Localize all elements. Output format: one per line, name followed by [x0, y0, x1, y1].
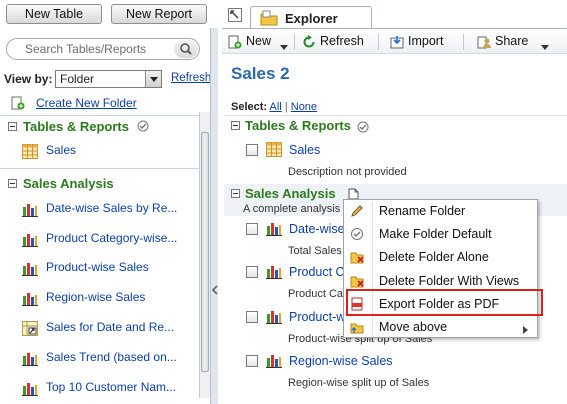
create-new-folder-link[interactable]: Create New Folder	[36, 96, 137, 110]
new-report-button[interactable]: New Report	[111, 4, 207, 24]
select-none-link[interactable]: None	[291, 101, 317, 113]
delete-folder-views-icon	[350, 274, 364, 288]
collapse-arrow-icon[interactable]	[211, 284, 218, 298]
new-label: New	[246, 34, 272, 48]
menu-item-move-above[interactable]: Move above	[345, 316, 536, 338]
select-all-link[interactable]: All	[270, 101, 282, 113]
highlight-box	[346, 289, 543, 316]
share-label: Share	[495, 34, 529, 48]
pencil-icon	[350, 204, 364, 218]
menu-label: Delete Folder With Views	[379, 274, 520, 288]
item-label: Sales	[46, 143, 77, 157]
bar-chart-icon	[22, 291, 38, 306]
menu-item-delete-folder-alone[interactable]: Delete Folder Alone	[345, 246, 536, 268]
row-checkbox[interactable]	[246, 223, 258, 235]
search-placeholder: Search Tables/Reports	[25, 42, 147, 56]
row-description: Description not provided	[288, 166, 407, 178]
folder-context-menu: Rename Folder Make Folder Default Delete…	[343, 199, 538, 338]
view-by-value: Folder	[60, 72, 95, 86]
left-scrollbar[interactable]	[199, 112, 210, 398]
scrollbar-thumb[interactable]	[201, 132, 209, 372]
row-checkbox[interactable]	[246, 355, 258, 367]
bar-chart-icon	[266, 264, 282, 282]
item-label: Date-wise Sales by Re...	[46, 201, 178, 215]
restore-window-icon[interactable]	[228, 8, 242, 25]
refresh-label: Refresh	[320, 34, 364, 48]
left-section-sales-analysis[interactable]: Sales Analysis	[0, 174, 210, 194]
import-label: Import	[408, 34, 444, 48]
new-table-button[interactable]: New Table	[6, 4, 102, 24]
chevron-down-icon[interactable]	[145, 71, 161, 87]
import-icon	[390, 35, 404, 49]
bar-chart-icon	[266, 309, 282, 327]
panel-splitter[interactable]	[210, 28, 218, 404]
section-title: Tables & Reports	[23, 119, 129, 134]
collapse-icon[interactable]	[231, 189, 240, 198]
tab-explorer[interactable]: Explorer	[250, 6, 372, 28]
move-folder-icon	[350, 320, 364, 334]
row-link-sales[interactable]: Sales	[289, 143, 320, 157]
refresh-link[interactable]: Refresh	[171, 72, 211, 84]
row-checkbox[interactable]	[246, 266, 258, 278]
table-icon	[22, 144, 38, 159]
share-icon	[477, 35, 491, 49]
section-title-sales-analysis: Sales Analysis	[245, 186, 336, 201]
pivot-table-icon	[22, 321, 38, 336]
check-badge-icon	[357, 121, 369, 136]
bar-chart-icon	[22, 202, 38, 217]
menu-label: Delete Folder Alone	[379, 250, 489, 264]
chevron-right-icon	[523, 323, 528, 337]
table-icon	[266, 142, 282, 160]
bar-chart-icon	[22, 232, 38, 247]
select-row: Select: All | None	[231, 101, 317, 113]
check-badge-icon	[137, 120, 149, 135]
tab-label: Explorer	[285, 11, 338, 26]
item-label: Product-wise Sales	[46, 260, 149, 274]
section-description: A complete analysis o	[243, 203, 350, 215]
select-label: Select:	[231, 101, 268, 113]
search-input[interactable]: Search Tables/Reports	[6, 38, 200, 60]
menu-label: Move above	[379, 320, 448, 334]
row-checkbox[interactable]	[246, 311, 258, 323]
bar-chart-icon	[22, 261, 38, 276]
bar-chart-icon	[22, 381, 38, 396]
page-title: Sales 2	[231, 64, 290, 83]
section-title-tables-reports: Tables & Reports	[245, 118, 351, 133]
chevron-down-icon[interactable]	[280, 39, 288, 53]
new-doc-icon	[228, 35, 242, 49]
collapse-icon[interactable]	[8, 179, 17, 188]
item-label: Sales for Date and Re...	[46, 320, 175, 334]
explorer-folder-icon	[260, 10, 278, 29]
row-description: Total Sales a	[288, 245, 351, 257]
check-circle-icon	[350, 227, 364, 241]
item-label: Product Category-wise...	[46, 231, 178, 245]
toolbar: New Refresh Import Share	[222, 28, 567, 54]
menu-label: Rename Folder	[379, 204, 466, 218]
menu-item-make-default[interactable]: Make Folder Default	[345, 223, 536, 245]
create-folder-icon	[11, 96, 25, 110]
section-title: Sales Analysis	[23, 176, 114, 191]
search-icon[interactable]	[174, 40, 198, 58]
view-by-label: View by:	[4, 72, 53, 86]
bar-chart-icon	[22, 351, 38, 366]
collapse-icon[interactable]	[8, 122, 17, 131]
item-label: Top 10 Customer Nam...	[46, 380, 177, 394]
collapse-icon[interactable]	[231, 121, 240, 130]
select-separator: |	[284, 101, 288, 113]
chevron-down-icon[interactable]	[541, 39, 549, 53]
delete-folder-icon	[350, 250, 364, 264]
row-description: Region-wise split up of Sales	[288, 377, 430, 389]
left-section-tables-reports[interactable]: Tables & Reports	[0, 117, 210, 137]
menu-item-rename-folder[interactable]: Rename Folder	[345, 200, 536, 222]
view-by-select[interactable]: Folder	[55, 70, 162, 88]
bar-chart-icon	[266, 221, 282, 239]
item-label: Sales Trend (based on...	[46, 350, 177, 364]
item-label: Region-wise Sales	[46, 290, 146, 304]
menu-label: Make Folder Default	[379, 227, 492, 241]
row-checkbox[interactable]	[246, 144, 258, 156]
row-link-report[interactable]: Region-wise Sales	[289, 354, 393, 368]
bar-chart-icon	[266, 353, 282, 371]
refresh-icon	[302, 35, 316, 49]
left-explorer-panel: Search Tables/Reports View by: Folder Re…	[0, 28, 218, 404]
